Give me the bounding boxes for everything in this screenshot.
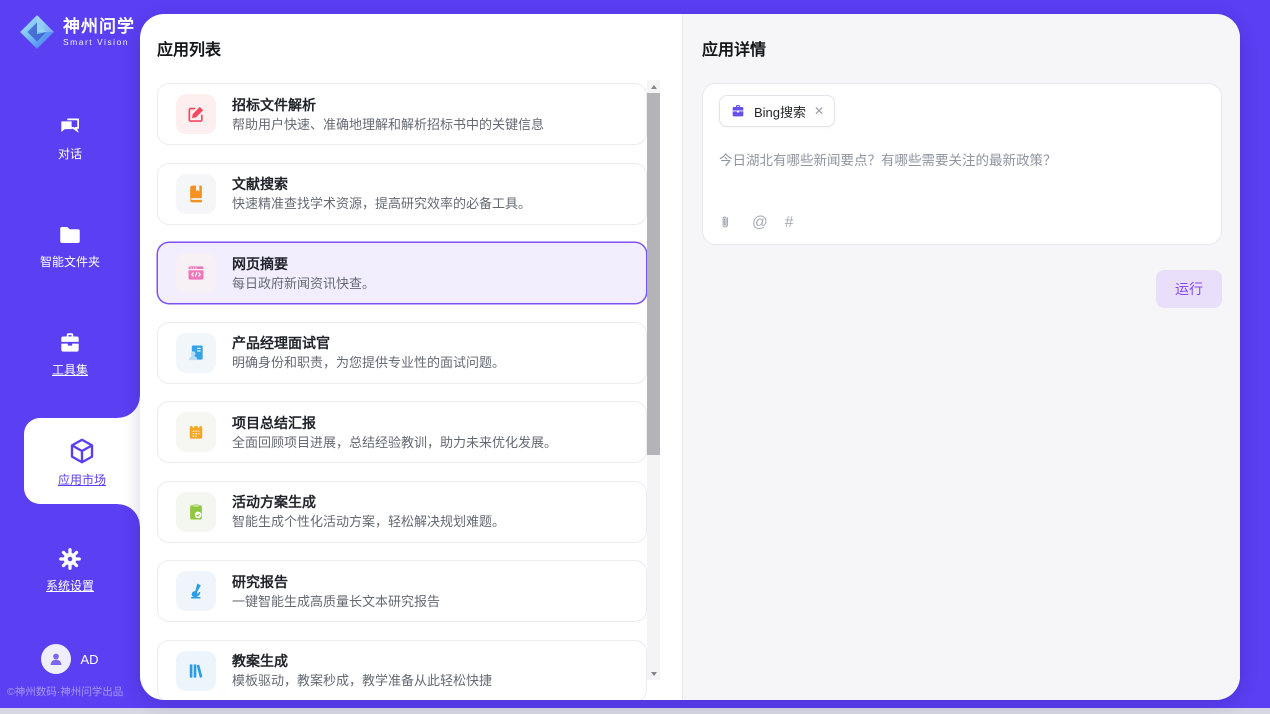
run-button[interactable]: 运行 (1156, 270, 1222, 308)
curve-connector (118, 396, 140, 418)
app-detail-title: 应用详情 (702, 40, 1222, 62)
run-row: 运行 (702, 270, 1222, 308)
cube-icon (67, 436, 97, 466)
sidebar-item-label: 智能文件夹 (40, 255, 100, 269)
app-card-pm-interviewer[interactable]: 产品经理面试官 明确身份和职责，为您提供专业性的面试问题。 (157, 322, 647, 384)
sidebar: 神州问学 Smart Vision 对话 (0, 0, 140, 708)
app-card-desc: 智能生成个性化活动方案，轻松解决规划难题。 (232, 514, 505, 529)
sidebar-item-settings[interactable]: 系统设置 (0, 540, 140, 598)
app-card-desc: 快速精准查找学术资源，提高研究效率的必备工具。 (232, 196, 531, 211)
app-card-title: 产品经理面试官 (232, 335, 505, 351)
app-card-desc: 每日政府新闻资讯快查。 (232, 276, 375, 291)
sidebar-item-label: 应用市场 (58, 473, 106, 487)
book-icon (176, 174, 216, 214)
app-card-title: 项目总结汇报 (232, 415, 557, 431)
list-scrollbar[interactable] (647, 80, 660, 680)
app-card-desc: 帮助用户快速、准确地理解和解析招标书中的关键信息 (232, 117, 544, 132)
scrollbar-thumb[interactable] (647, 93, 660, 455)
app-card-desc: 明确身份和职责，为您提供专业性的面试问题。 (232, 355, 505, 370)
folder-icon (57, 222, 83, 248)
scroll-up-arrow[interactable] (647, 80, 660, 93)
browser-code-icon (176, 253, 216, 293)
app-card-desc: 一键智能生成高质量长文本研究报告 (232, 594, 440, 609)
curve-connector (118, 504, 140, 526)
paperclip-icon[interactable] (720, 214, 735, 231)
user-account[interactable]: AD (0, 644, 140, 674)
copyright-text: ©神州数码·神州问学出品 (7, 684, 123, 699)
app-detail-pane: 应用详情 Bing搜索 ✕ 今日湖北有哪些新闻要点？有哪些需要关注的最新政策？ (682, 14, 1240, 700)
app-shell: 神州问学 Smart Vision 对话 (0, 0, 1270, 708)
gear-icon (57, 546, 83, 572)
app-card-event-plan[interactable]: 活动方案生成 智能生成个性化活动方案，轻松解决规划难题。 (157, 481, 647, 543)
avatar (41, 644, 71, 674)
toolbox-icon (57, 330, 83, 356)
person-icon (47, 650, 65, 668)
app-list-title: 应用列表 (157, 40, 682, 62)
app-card-web-summary[interactable]: 网页摘要 每日政府新闻资讯快查。 (157, 242, 647, 304)
calendar-note-icon (176, 412, 216, 452)
app-card-desc: 模板驱动，教案秒成，教学准备从此轻松快捷 (232, 673, 492, 688)
briefcase-icon (730, 103, 746, 119)
app-card-title: 教案生成 (232, 653, 492, 669)
tool-tag-label: Bing搜索 (754, 102, 806, 121)
clipboard-check-icon (176, 492, 216, 532)
app-card-lesson-plan[interactable]: 教案生成 模板驱动，教案秒成，教学准备从此轻松快捷 (157, 640, 647, 701)
microscope-icon (176, 571, 216, 611)
app-card-research-report[interactable]: 研究报告 一键智能生成高质量长文本研究报告 (157, 560, 647, 622)
app-list-pane: 应用列表 招标文件解析 帮助用户快速、准确地理解和解析招标书中的关键信息 (140, 14, 682, 700)
sidebar-item-chat[interactable]: 对话 (0, 108, 140, 166)
tool-tag-bing-search[interactable]: Bing搜索 ✕ (719, 95, 835, 127)
sidebar-item-toolset[interactable]: 工具集 (0, 324, 140, 382)
app-card-bid-parse[interactable]: 招标文件解析 帮助用户快速、准确地理解和解析招标书中的关键信息 (157, 83, 647, 145)
close-icon[interactable]: ✕ (814, 105, 824, 117)
sidebar-item-label: 对话 (58, 147, 82, 161)
chat-icon (57, 114, 83, 140)
prompt-text[interactable]: 今日湖北有哪些新闻要点？有哪些需要关注的最新政策？ (719, 151, 1205, 170)
app-card-literature-search[interactable]: 文献搜索 快速精准查找学术资源，提高研究效率的必备工具。 (157, 163, 647, 225)
sidebar-nav: 对话 智能文件夹 工具集 (0, 0, 140, 598)
sidebar-item-smart-folders[interactable]: 智能文件夹 (0, 216, 140, 274)
app-card-title: 研究报告 (232, 574, 440, 590)
compose-icon (176, 94, 216, 134)
at-sign-icon[interactable]: @ (752, 215, 768, 231)
app-card-desc: 全面回顾项目进展，总结经验教训，助力未来优化发展。 (232, 435, 557, 450)
sidebar-item-app-market[interactable]: 应用市场 (24, 418, 140, 504)
books-icon (176, 651, 216, 691)
app-card-title: 招标文件解析 (232, 97, 544, 113)
app-card-project-summary[interactable]: 项目总结汇报 全面回顾项目进展，总结经验教训，助力未来优化发展。 (157, 401, 647, 463)
scroll-down-arrow[interactable] (647, 667, 660, 680)
prompt-input-card[interactable]: Bing搜索 ✕ 今日湖北有哪些新闻要点？有哪些需要关注的最新政策？ @ # (702, 83, 1222, 245)
interviewer-icon (176, 333, 216, 373)
attachment-toolbar: @ # (720, 214, 793, 231)
app-card-title: 文献搜索 (232, 176, 531, 192)
user-name: AD (80, 652, 98, 667)
app-card-title: 网页摘要 (232, 256, 375, 272)
app-card-title: 活动方案生成 (232, 494, 505, 510)
hash-icon[interactable]: # (785, 215, 794, 231)
sidebar-item-label: 工具集 (52, 363, 88, 377)
app-card-list: 招标文件解析 帮助用户快速、准确地理解和解析招标书中的关键信息 文献搜索 (157, 83, 647, 700)
sidebar-item-label: 系统设置 (46, 579, 94, 593)
main-panel: 应用列表 招标文件解析 帮助用户快速、准确地理解和解析招标书中的关键信息 (140, 14, 1240, 700)
